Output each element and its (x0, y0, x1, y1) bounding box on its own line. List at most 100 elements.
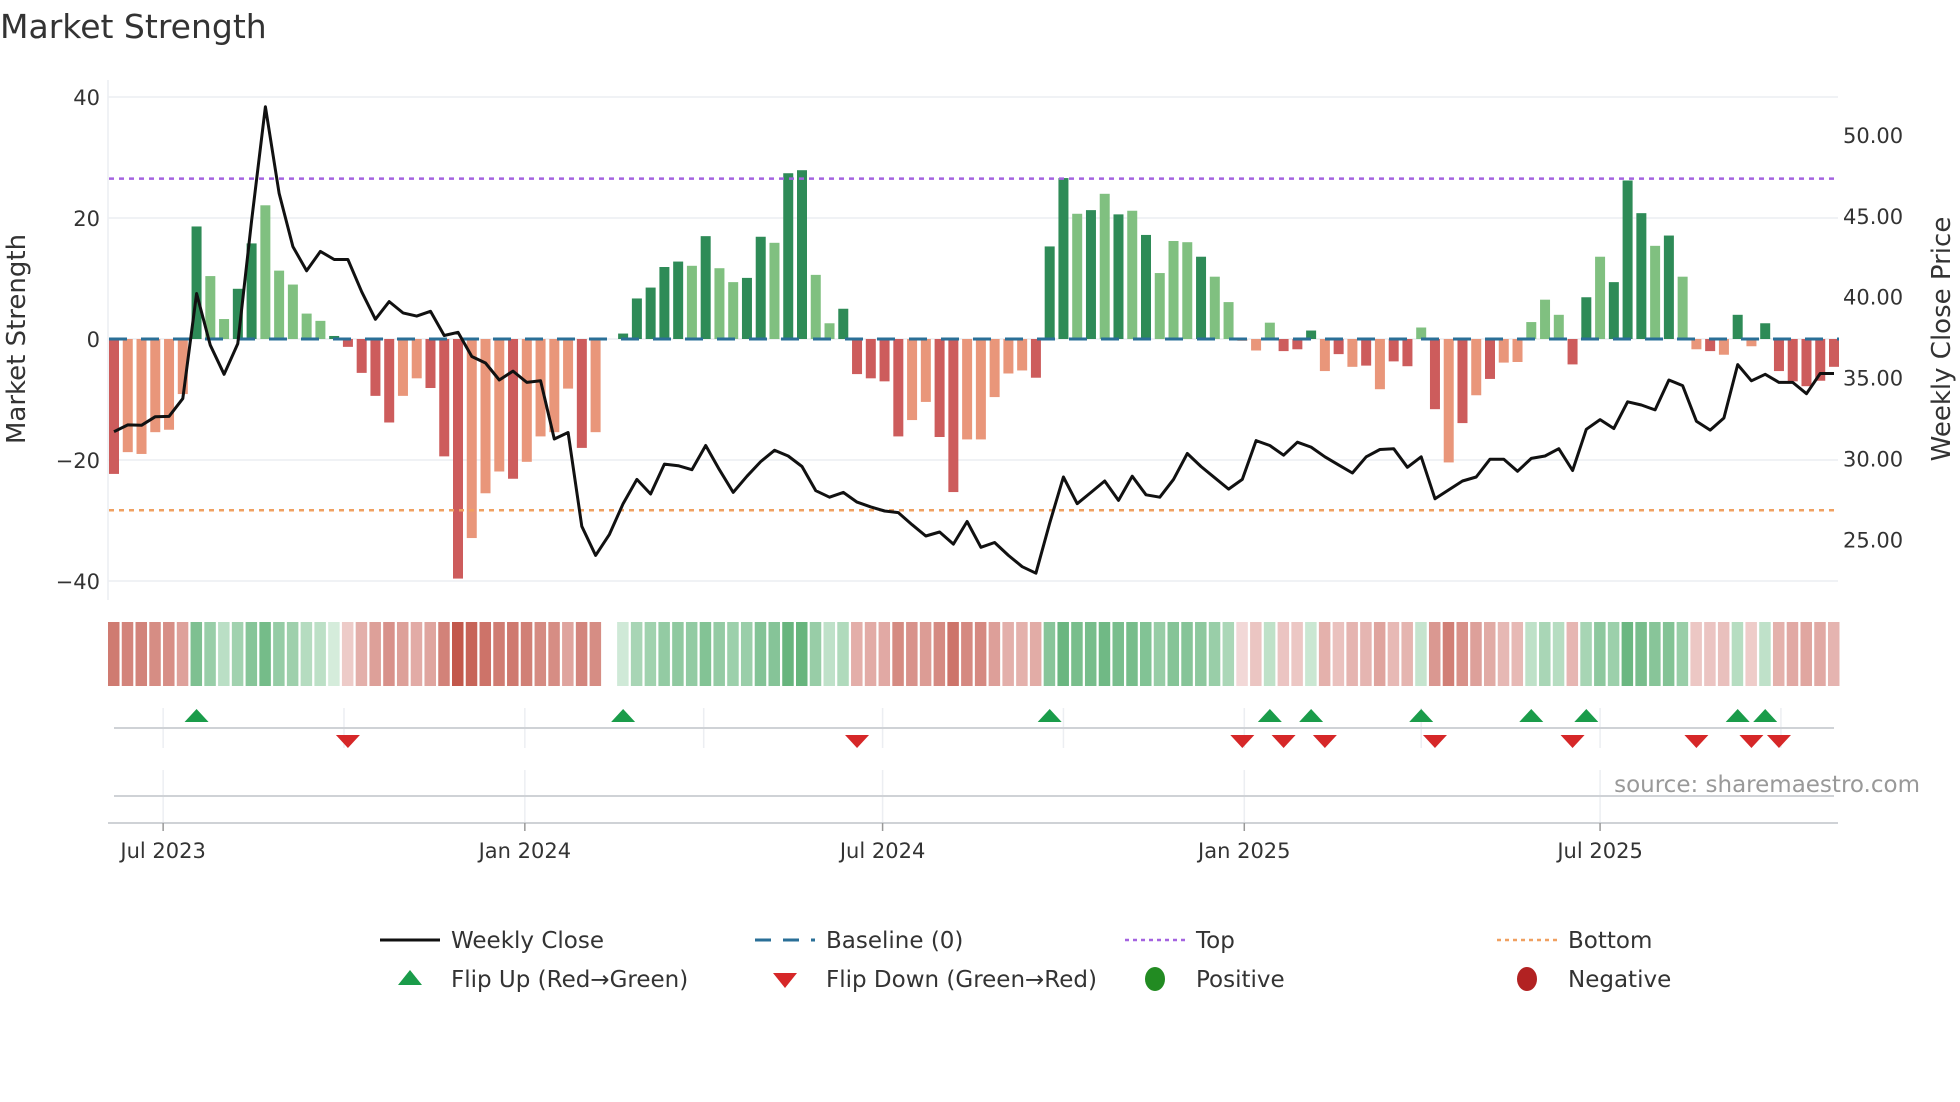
strip-cell (1649, 622, 1661, 686)
strength-bar (466, 339, 477, 539)
strength-bar (535, 339, 546, 437)
strip-cell (1456, 622, 1468, 686)
strength-bar (1168, 240, 1179, 339)
strength-bar (824, 323, 835, 339)
strip-cell (1332, 622, 1345, 686)
strip-cell (259, 622, 271, 686)
strength-bar (1319, 339, 1330, 372)
flip-up-marker (1257, 709, 1282, 722)
strength-bar (1677, 276, 1688, 339)
strength-bars (109, 170, 1839, 579)
flip-down-marker (1684, 735, 1709, 748)
strip-cell (1346, 622, 1358, 686)
strength-bar (1485, 339, 1495, 379)
flip-up-marker (611, 709, 636, 722)
strip-cell (479, 622, 492, 686)
legend-item: Bottom (1497, 928, 1652, 954)
strip-cell (507, 622, 519, 686)
strength-heat-strip (108, 622, 1840, 686)
strength-bar (879, 339, 890, 382)
strip-cell (1717, 622, 1730, 686)
strength-bar (521, 339, 532, 462)
strength-bar (1608, 282, 1619, 339)
strip-cell (520, 622, 533, 686)
strength-bar (1030, 339, 1041, 378)
strip-cell (878, 622, 891, 686)
strip-cell (1497, 622, 1510, 686)
strip-cell (245, 622, 258, 686)
strip-cell (163, 622, 175, 686)
strength-bar (1705, 339, 1716, 352)
flip-down-marker (1766, 735, 1791, 748)
flip-down-marker (845, 735, 870, 748)
strip-cell (314, 622, 326, 686)
strength-bar (1333, 339, 1344, 355)
strip-cell (796, 622, 808, 686)
strip-cell (919, 622, 932, 686)
strength-bar (1567, 339, 1578, 365)
strength-bar (1182, 242, 1193, 339)
strip-cell (699, 622, 712, 686)
legend-label: Baseline (0) (826, 928, 963, 954)
strength-bar (810, 274, 821, 339)
strength-bar (645, 287, 656, 339)
strength-bar (411, 339, 422, 379)
strip-cell (1181, 622, 1193, 686)
strip-cell (369, 622, 381, 686)
strip-cell (1387, 622, 1400, 686)
strength-bar (741, 277, 752, 339)
strip-cell (355, 622, 368, 686)
strength-bar (1127, 210, 1138, 339)
strength-bar (728, 282, 739, 339)
strength-bar (1361, 339, 1372, 366)
strip-cell (823, 622, 836, 686)
strip-cell (768, 622, 780, 686)
strip-cell (1057, 622, 1069, 686)
right-tick-label: 35.00 (1843, 367, 1903, 391)
strength-bar (948, 339, 959, 493)
strength-bar (508, 339, 519, 479)
strength-bar (1264, 322, 1275, 339)
strip-cell (1580, 622, 1592, 686)
strip-cell (121, 622, 134, 686)
flip-down-marker (1312, 735, 1337, 748)
strength-bar (494, 339, 505, 472)
strength-bar (1209, 276, 1220, 339)
strip-cell (644, 622, 657, 686)
strip-cell (1098, 622, 1111, 686)
strip-cell (1277, 622, 1290, 686)
date-tick-label: Jul 2025 (1555, 839, 1642, 863)
strength-bar (1773, 339, 1784, 372)
strength-bar (1113, 214, 1124, 339)
strip-cell (149, 622, 161, 686)
strength-bar (453, 339, 463, 579)
strip-cell (837, 622, 849, 686)
legend-item: Baseline (0) (755, 928, 963, 954)
strip-cell (452, 622, 464, 686)
strength-bar (797, 170, 807, 339)
strength-bar (1292, 339, 1303, 350)
strength-bar (1829, 339, 1839, 367)
strength-bar (1251, 339, 1262, 351)
strength-bar (1553, 314, 1564, 339)
right-axis-label: Weekly Close Price (1927, 217, 1957, 462)
strip-cell (1786, 622, 1799, 686)
strength-bar (920, 339, 931, 402)
strip-cell (1016, 622, 1028, 686)
strength-bar (1429, 339, 1440, 410)
legend-label: Weekly Close (451, 928, 604, 954)
strip-cell (1126, 622, 1138, 686)
strip-cell (493, 622, 505, 686)
strength-bar (563, 339, 574, 389)
circle-icon (1517, 967, 1537, 991)
strip-cell (575, 622, 588, 686)
strength-bar (370, 339, 381, 396)
legend-item: Top (1125, 928, 1235, 954)
strip-cell (892, 622, 904, 686)
date-tick-label: Jan 2024 (477, 839, 572, 863)
strip-cell (658, 622, 670, 686)
strip-cell (548, 622, 560, 686)
strength-bar (1595, 256, 1606, 339)
date-tick-label: Jul 2024 (838, 839, 925, 863)
strip-cell (1539, 622, 1551, 686)
